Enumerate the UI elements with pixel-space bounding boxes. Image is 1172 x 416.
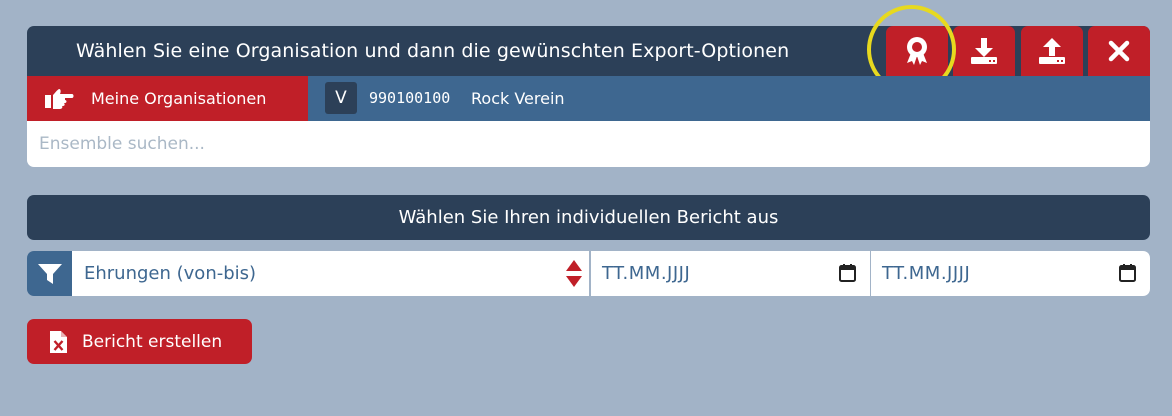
excel-file-icon: [50, 330, 67, 353]
organisation-name: Rock Verein: [471, 89, 565, 108]
upload-button[interactable]: [1021, 26, 1083, 76]
date-from-input[interactable]: TT.MM.JJJJ: [591, 251, 870, 296]
organisation-type-badge: V: [325, 82, 357, 114]
close-button[interactable]: [1088, 26, 1150, 76]
create-report-button[interactable]: Bericht erstellen: [27, 319, 252, 364]
filter-button[interactable]: [27, 251, 72, 296]
upload-icon: [1039, 38, 1065, 64]
export-header: Wählen Sie eine Organisation und dann di…: [27, 5, 1150, 94]
calendar-icon[interactable]: [839, 264, 856, 282]
report-type-select[interactable]: Ehrungen (von-bis): [72, 251, 589, 296]
create-report-label: Bericht erstellen: [82, 331, 223, 352]
filter-icon: [37, 263, 62, 284]
my-organisations-label: Meine Organisationen: [91, 89, 267, 108]
select-arrows-icon: [566, 260, 582, 287]
organisation-number: 990100100: [369, 89, 451, 107]
close-icon: [1108, 40, 1130, 62]
award-button[interactable]: [886, 26, 948, 76]
ensemble-search-input[interactable]: [27, 121, 1150, 167]
report-type-value: Ehrungen (von-bis): [84, 263, 257, 284]
download-button[interactable]: [953, 26, 1015, 76]
award-icon: [907, 37, 927, 65]
export-header-title: Wählen Sie eine Organisation und dann di…: [76, 40, 790, 62]
date-from-placeholder: TT.MM.JJJJ: [602, 263, 691, 284]
report-filter-row: Ehrungen (von-bis) TT.MM.JJJJ TT.MM.JJJJ: [27, 251, 1150, 296]
pointing-hand-icon: [45, 88, 74, 109]
date-to-placeholder: TT.MM.JJJJ: [882, 263, 971, 284]
download-icon: [971, 38, 997, 64]
calendar-icon[interactable]: [1119, 264, 1136, 282]
report-header: Wählen Sie Ihren individuellen Bericht a…: [27, 195, 1150, 240]
organisation-panel: Wählen Sie eine Organisation und dann di…: [27, 5, 1150, 167]
my-organisations-button[interactable]: Meine Organisationen: [27, 76, 308, 121]
organisation-row: Meine Organisationen V 990100100 Rock Ve…: [27, 76, 1150, 121]
date-to-input[interactable]: TT.MM.JJJJ: [871, 251, 1150, 296]
